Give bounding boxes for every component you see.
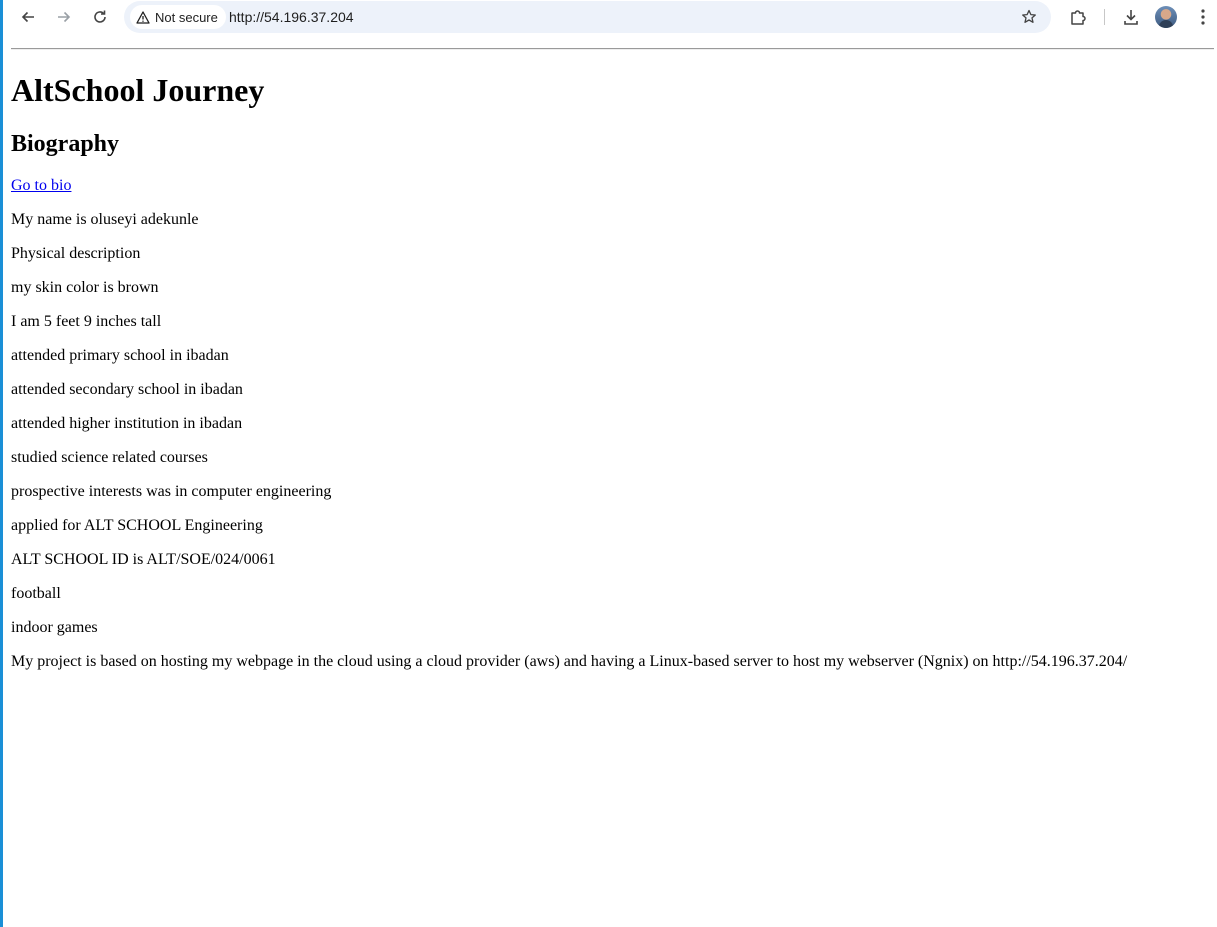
forward-arrow-icon xyxy=(58,11,71,23)
back-button[interactable] xyxy=(16,5,40,29)
star-icon xyxy=(1022,9,1036,23)
paragraph: prospective interests was in computer en… xyxy=(11,483,332,500)
forward-button[interactable] xyxy=(52,5,76,29)
paragraph: My project is based on hosting my webpag… xyxy=(11,653,1128,670)
back-arrow-icon xyxy=(21,11,34,23)
toolbar-divider xyxy=(1104,9,1105,25)
browser-toolbar: Not secure http://54.196.37.204 xyxy=(3,0,1217,34)
warning-icon xyxy=(136,10,150,24)
menu-button[interactable] xyxy=(1191,5,1215,29)
page-content: AltSchool Journey Biography Go to bio My… xyxy=(3,34,1217,927)
paragraph: applied for ALT SCHOOL Engineering xyxy=(11,517,263,534)
go-to-bio-link[interactable]: Go to bio xyxy=(11,177,71,195)
page-title: AltSchool Journey xyxy=(11,72,265,108)
puzzle-icon xyxy=(1071,10,1086,25)
reload-icon xyxy=(94,10,106,23)
browser-window: Not secure http://54.196.37.204 AltSchoo… xyxy=(0,0,1217,927)
profile-avatar[interactable] xyxy=(1155,6,1177,28)
paragraph: studied science related courses xyxy=(11,449,208,466)
paragraph: attended primary school in ibadan xyxy=(11,347,229,364)
paragraph: indoor games xyxy=(11,619,98,636)
paragraph: I am 5 feet 9 inches tall xyxy=(11,313,162,330)
bookmark-button[interactable] xyxy=(1017,5,1041,29)
three-dots-icon xyxy=(1201,9,1205,25)
reload-button[interactable] xyxy=(88,5,112,29)
paragraph: attended higher institution in ibadan xyxy=(11,415,243,432)
paragraph: attended secondary school in ibadan xyxy=(11,381,243,398)
paragraph: football xyxy=(11,585,61,602)
security-label: Not secure xyxy=(155,9,218,25)
address-bar[interactable]: Not secure http://54.196.37.204 xyxy=(124,1,1051,33)
paragraph: my skin color is brown xyxy=(11,279,159,296)
paragraph: ALT SCHOOL ID is ALT/SOE/024/0061 xyxy=(11,551,276,568)
paragraph: My name is oluseyi adekunle xyxy=(11,211,199,228)
extensions-button[interactable] xyxy=(1066,5,1090,29)
url-text[interactable]: http://54.196.37.204 xyxy=(229,9,354,25)
download-icon xyxy=(1124,10,1138,25)
section-heading: Biography xyxy=(11,131,120,157)
horizontal-rule xyxy=(11,48,1214,50)
paragraph: Physical description xyxy=(11,245,141,262)
downloads-button[interactable] xyxy=(1119,5,1143,29)
security-chip[interactable]: Not secure xyxy=(130,5,226,29)
